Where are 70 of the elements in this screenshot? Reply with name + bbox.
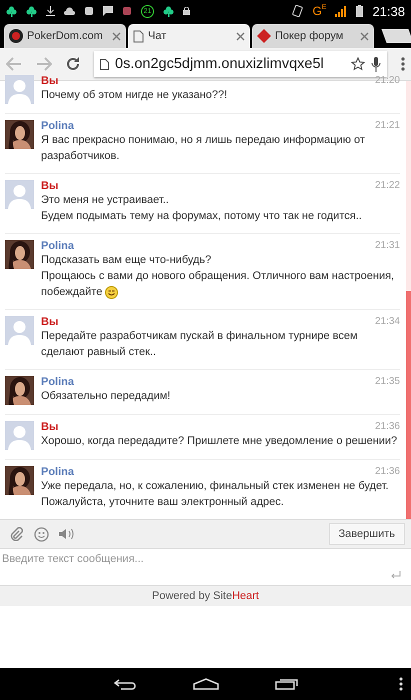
microphone-icon bbox=[371, 56, 381, 72]
recents-icon bbox=[274, 678, 298, 690]
message-text: Подсказать вам еще что-нибудь? bbox=[41, 253, 212, 268]
clover-icon bbox=[26, 6, 37, 16]
close-icon bbox=[112, 32, 121, 40]
message-text: Будем подымать тему на форумах, потому что так не годится.. bbox=[41, 209, 362, 224]
message-time: 21:21 bbox=[374, 120, 400, 132]
sender-name: Вы bbox=[41, 180, 58, 192]
clover-icon bbox=[163, 6, 174, 16]
message-time: 21:36 bbox=[374, 421, 400, 433]
battery-icon bbox=[356, 5, 364, 17]
message-time: 21:31 bbox=[374, 240, 400, 252]
signal-icon bbox=[335, 6, 348, 16]
image-icon bbox=[84, 6, 94, 16]
smiley-icon bbox=[34, 526, 49, 542]
sender-name: Вы bbox=[41, 421, 58, 433]
message-text: Уже передала, но, к сожалению, финальный стек изменен не будет. bbox=[41, 479, 389, 494]
close-icon bbox=[236, 32, 245, 40]
scrollbar[interactable] bbox=[406, 81, 411, 519]
back-icon bbox=[6, 57, 22, 71]
back-icon bbox=[112, 678, 136, 690]
message-time: 21:36 bbox=[374, 466, 400, 478]
logo-icon bbox=[9, 29, 23, 43]
message-text: Пожалуйста, уточните ваш электронный адрес. bbox=[41, 495, 284, 510]
forward-icon bbox=[36, 57, 52, 71]
close-icon bbox=[360, 32, 369, 40]
message-text: Хорошо, когда передадите? Пришлете мне уведомление о решении? bbox=[41, 434, 398, 449]
sender-name: Polina bbox=[41, 376, 74, 388]
message-text: Прощаюсь с вами до нового обращения. Отличного вам настроения, bbox=[41, 269, 394, 284]
enter-icon bbox=[391, 571, 401, 579]
new-tab-button[interactable] bbox=[381, 29, 411, 43]
message-time: 21:34 bbox=[374, 316, 400, 328]
sender-name: Polina bbox=[41, 120, 74, 132]
browser-tab[interactable]: Покер форум bbox=[252, 24, 374, 48]
diamond-icon bbox=[256, 29, 271, 43]
browser-tab[interactable]: PokerDom.com bbox=[4, 24, 126, 48]
app-icon bbox=[122, 6, 132, 16]
rotation-icon bbox=[292, 5, 304, 17]
reload-icon bbox=[66, 57, 80, 71]
page-icon bbox=[132, 30, 144, 42]
page-icon bbox=[100, 58, 109, 70]
message-text: побеждайте bbox=[41, 285, 102, 300]
lock-icon bbox=[183, 7, 190, 15]
sender-name: Вы bbox=[41, 75, 58, 87]
status-time: 21:38 bbox=[372, 4, 405, 18]
menu-icon bbox=[399, 677, 403, 691]
powered-by-text: Powered by SiteHeart bbox=[152, 590, 259, 602]
clover-icon bbox=[6, 6, 17, 16]
speaker-icon bbox=[59, 528, 75, 540]
message-icon bbox=[103, 6, 113, 16]
star-icon bbox=[351, 57, 365, 71]
finish-button[interactable]: Завершить bbox=[328, 523, 405, 545]
message-text: Я вас прекрасно понимаю, но я лишь передаю информацию от разработчиков. bbox=[41, 133, 366, 164]
menu-icon bbox=[401, 57, 405, 71]
browser-tab[interactable]: Чат bbox=[128, 24, 250, 48]
message-text: Почему об этом нигде не указано??! bbox=[41, 88, 228, 103]
sender-name: Вы bbox=[41, 316, 58, 328]
message-time: 21:22 bbox=[374, 180, 400, 192]
message-time: 21:20 bbox=[374, 75, 400, 87]
message-time: 21:35 bbox=[374, 376, 400, 388]
sender-name: Polina bbox=[41, 240, 74, 252]
message-text: Обязательно передадим! bbox=[41, 389, 170, 404]
sender-name: Polina bbox=[41, 466, 74, 478]
download-icon bbox=[46, 6, 55, 16]
cloud-icon bbox=[64, 7, 75, 15]
message-text: Это меня не устраивает.. bbox=[41, 193, 169, 208]
address-field[interactable]: 0s.on2gc5djmm.onuxizlimvqxe5l bbox=[94, 51, 387, 77]
message-text: Передайте разработчикам пускай в финальном турнире всем сделают равный стек.. bbox=[41, 329, 359, 360]
home-icon bbox=[192, 678, 218, 690]
attachment-icon bbox=[10, 527, 24, 541]
